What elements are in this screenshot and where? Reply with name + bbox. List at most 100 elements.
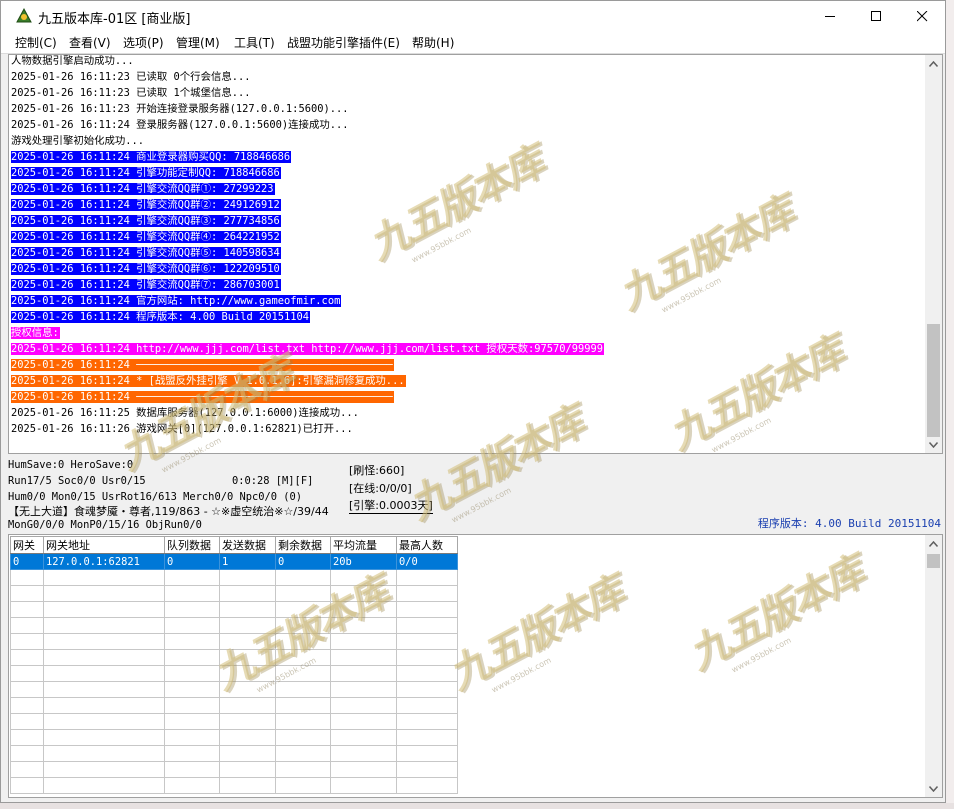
table-cell	[396, 633, 458, 650]
maximize-icon	[870, 11, 881, 21]
grid-scroll-thumb[interactable]	[927, 554, 940, 568]
minimize-button[interactable]	[807, 1, 853, 32]
menu-help[interactable]: 帮助(H)	[412, 34, 454, 51]
table-row[interactable]	[10, 745, 458, 762]
column-header[interactable]: 最高人数	[396, 536, 458, 554]
table-row[interactable]	[10, 729, 458, 746]
table-cell	[330, 745, 397, 762]
log-line: 2025-01-26 16:11:24 引擎交流QQ群⑥: 122209510	[11, 261, 927, 277]
column-header[interactable]: 网关	[10, 536, 44, 554]
table-row[interactable]: 0 127.0.0.1:62821 0 1 0 20b 0/0	[10, 553, 458, 570]
table-cell	[43, 585, 165, 602]
table-cell	[10, 665, 44, 682]
log-line: 2025-01-26 16:11:24 引擎交流QQ群④: 264221952	[11, 229, 927, 245]
scroll-up-button[interactable]	[925, 55, 942, 72]
table-cell	[164, 633, 220, 650]
log-line-text: 2025-01-26 16:11:26 游戏网关[0](127.0.0.1:62…	[11, 423, 353, 435]
title-bar[interactable]: 九五版本库-01区 [商业版]	[1, 1, 945, 32]
table-row[interactable]	[10, 665, 458, 682]
scroll-down-button[interactable]	[925, 436, 942, 453]
log-line: 人物数据引擎启动成功...	[11, 55, 927, 69]
status-run: Run17/5 Soc0/0 Usr0/15	[8, 475, 146, 487]
table-row[interactable]	[10, 777, 458, 794]
table-cell	[43, 681, 165, 698]
log-line: 2025-01-26 16:11:24 登录服务器(127.0.0.1:5600…	[11, 117, 927, 133]
grid-scrollbar[interactable]	[925, 535, 942, 797]
status-online: [在线:0/0/0]	[349, 482, 412, 495]
menu-engine-plugins[interactable]: 战盟功能引擎插件(E)	[287, 34, 400, 51]
table-cell	[396, 617, 458, 634]
log-scrollbar[interactable]	[925, 55, 942, 453]
table-cell	[43, 617, 165, 634]
grid-scroll-down-button[interactable]	[925, 780, 942, 797]
table-cell	[275, 745, 331, 762]
table-cell	[396, 697, 458, 714]
table-cell	[219, 697, 276, 714]
log-line: 2025-01-26 16:11:24 ────────────────────…	[11, 389, 927, 405]
column-header[interactable]: 网关地址	[43, 536, 165, 554]
gateway-grid-panel[interactable]: 网关 网关地址 队列数据 发送数据 剩余数据 平均流量 最高人数 0 127.0.0.1:62…	[8, 534, 943, 798]
table-cell	[396, 601, 458, 618]
table-cell	[219, 777, 276, 794]
table-cell	[43, 697, 165, 714]
table-cell	[330, 681, 397, 698]
log-line: 授权信息:	[11, 325, 927, 341]
column-header[interactable]: 剩余数据	[275, 536, 331, 554]
table-cell	[275, 777, 331, 794]
table-header-row: 网关 网关地址 队列数据 发送数据 剩余数据 平均流量 最高人数	[10, 536, 458, 554]
log-line-text: 2025-01-26 16:11:23 已读取 1个城堡信息...	[11, 87, 251, 99]
log-line: 2025-01-26 16:11:24 ────────────────────…	[11, 357, 927, 373]
table-cell	[10, 697, 44, 714]
table-cell	[396, 585, 458, 602]
log-line: 2025-01-26 16:11:24 引擎交流QQ群②: 249126912	[11, 197, 927, 213]
log-line-text: 2025-01-26 16:11:24 http://www.jjj.com/l…	[11, 343, 605, 355]
menu-bar: 控制(C) 查看(V) 选项(P) 管理(M) 工具(T) 战盟功能引擎插件(E…	[1, 32, 945, 54]
table-cell	[164, 697, 220, 714]
table-row[interactable]	[10, 697, 458, 714]
table-cell	[43, 729, 165, 746]
table-row[interactable]	[10, 681, 458, 698]
table-cell	[330, 569, 397, 586]
log-line-text: 2025-01-26 16:11:24 引擎交流QQ群⑥: 122209510	[11, 263, 281, 275]
log-line: 游戏处理引擎初始化成功...	[11, 133, 927, 149]
log-line: 2025-01-26 16:11:23 开始连接登录服务器(127.0.0.1:…	[11, 101, 927, 117]
table-cell	[43, 713, 165, 730]
column-header[interactable]: 队列数据	[164, 536, 220, 554]
table-cell	[43, 745, 165, 762]
menu-tools[interactable]: 工具(T)	[234, 34, 275, 51]
column-header[interactable]: 平均流量	[330, 536, 397, 554]
maximize-button[interactable]	[853, 1, 899, 32]
table-cell	[43, 665, 165, 682]
table-row[interactable]	[10, 585, 458, 602]
log-line: 2025-01-26 16:11:24 引擎交流QQ群⑤: 140598634	[11, 245, 927, 261]
table-row[interactable]	[10, 617, 458, 634]
table-row[interactable]	[10, 633, 458, 650]
table-row[interactable]	[10, 713, 458, 730]
table-cell	[219, 585, 276, 602]
table-cell: 1	[219, 553, 276, 570]
menu-manage[interactable]: 管理(M)	[176, 34, 220, 51]
log-scroll-thumb[interactable]	[927, 324, 940, 437]
close-button[interactable]	[899, 1, 945, 32]
log-panel[interactable]: 人物数据引擎启动成功... 2025-01-26 16:11:23 已读取 0个行…	[8, 54, 943, 454]
table-row[interactable]	[10, 761, 458, 778]
menu-options[interactable]: 选项(P)	[123, 34, 164, 51]
table-cell	[330, 729, 397, 746]
log-line-text: 人物数据引擎启动成功...	[11, 55, 134, 67]
log-line: 2025-01-26 16:11:24 引擎交流QQ群③: 277734856	[11, 213, 927, 229]
log-line-text: 2025-01-26 16:11:24 ────────────────────…	[11, 359, 394, 371]
table-cell	[164, 681, 220, 698]
status-counts: Hum0/0 Mon0/15 UsrRot16/613 Merch0/0 Npc…	[8, 491, 303, 503]
status-engine: [引擎:0.0003天]	[349, 499, 433, 514]
log-line-text: 2025-01-26 16:11:24 * [战盟反外挂引擎 V 1.0.1.6…	[11, 375, 406, 387]
table-cell	[43, 649, 165, 666]
log-lines: 人物数据引擎启动成功... 2025-01-26 16:11:23 已读取 0个行…	[11, 55, 927, 437]
table-row[interactable]	[10, 649, 458, 666]
table-row[interactable]	[10, 601, 458, 618]
grid-scroll-up-button[interactable]	[925, 535, 942, 552]
table-row[interactable]	[10, 569, 458, 586]
table-cell	[330, 761, 397, 778]
menu-control[interactable]: 控制(C)	[15, 34, 57, 51]
menu-view[interactable]: 查看(V)	[69, 34, 111, 51]
column-header[interactable]: 发送数据	[219, 536, 276, 554]
